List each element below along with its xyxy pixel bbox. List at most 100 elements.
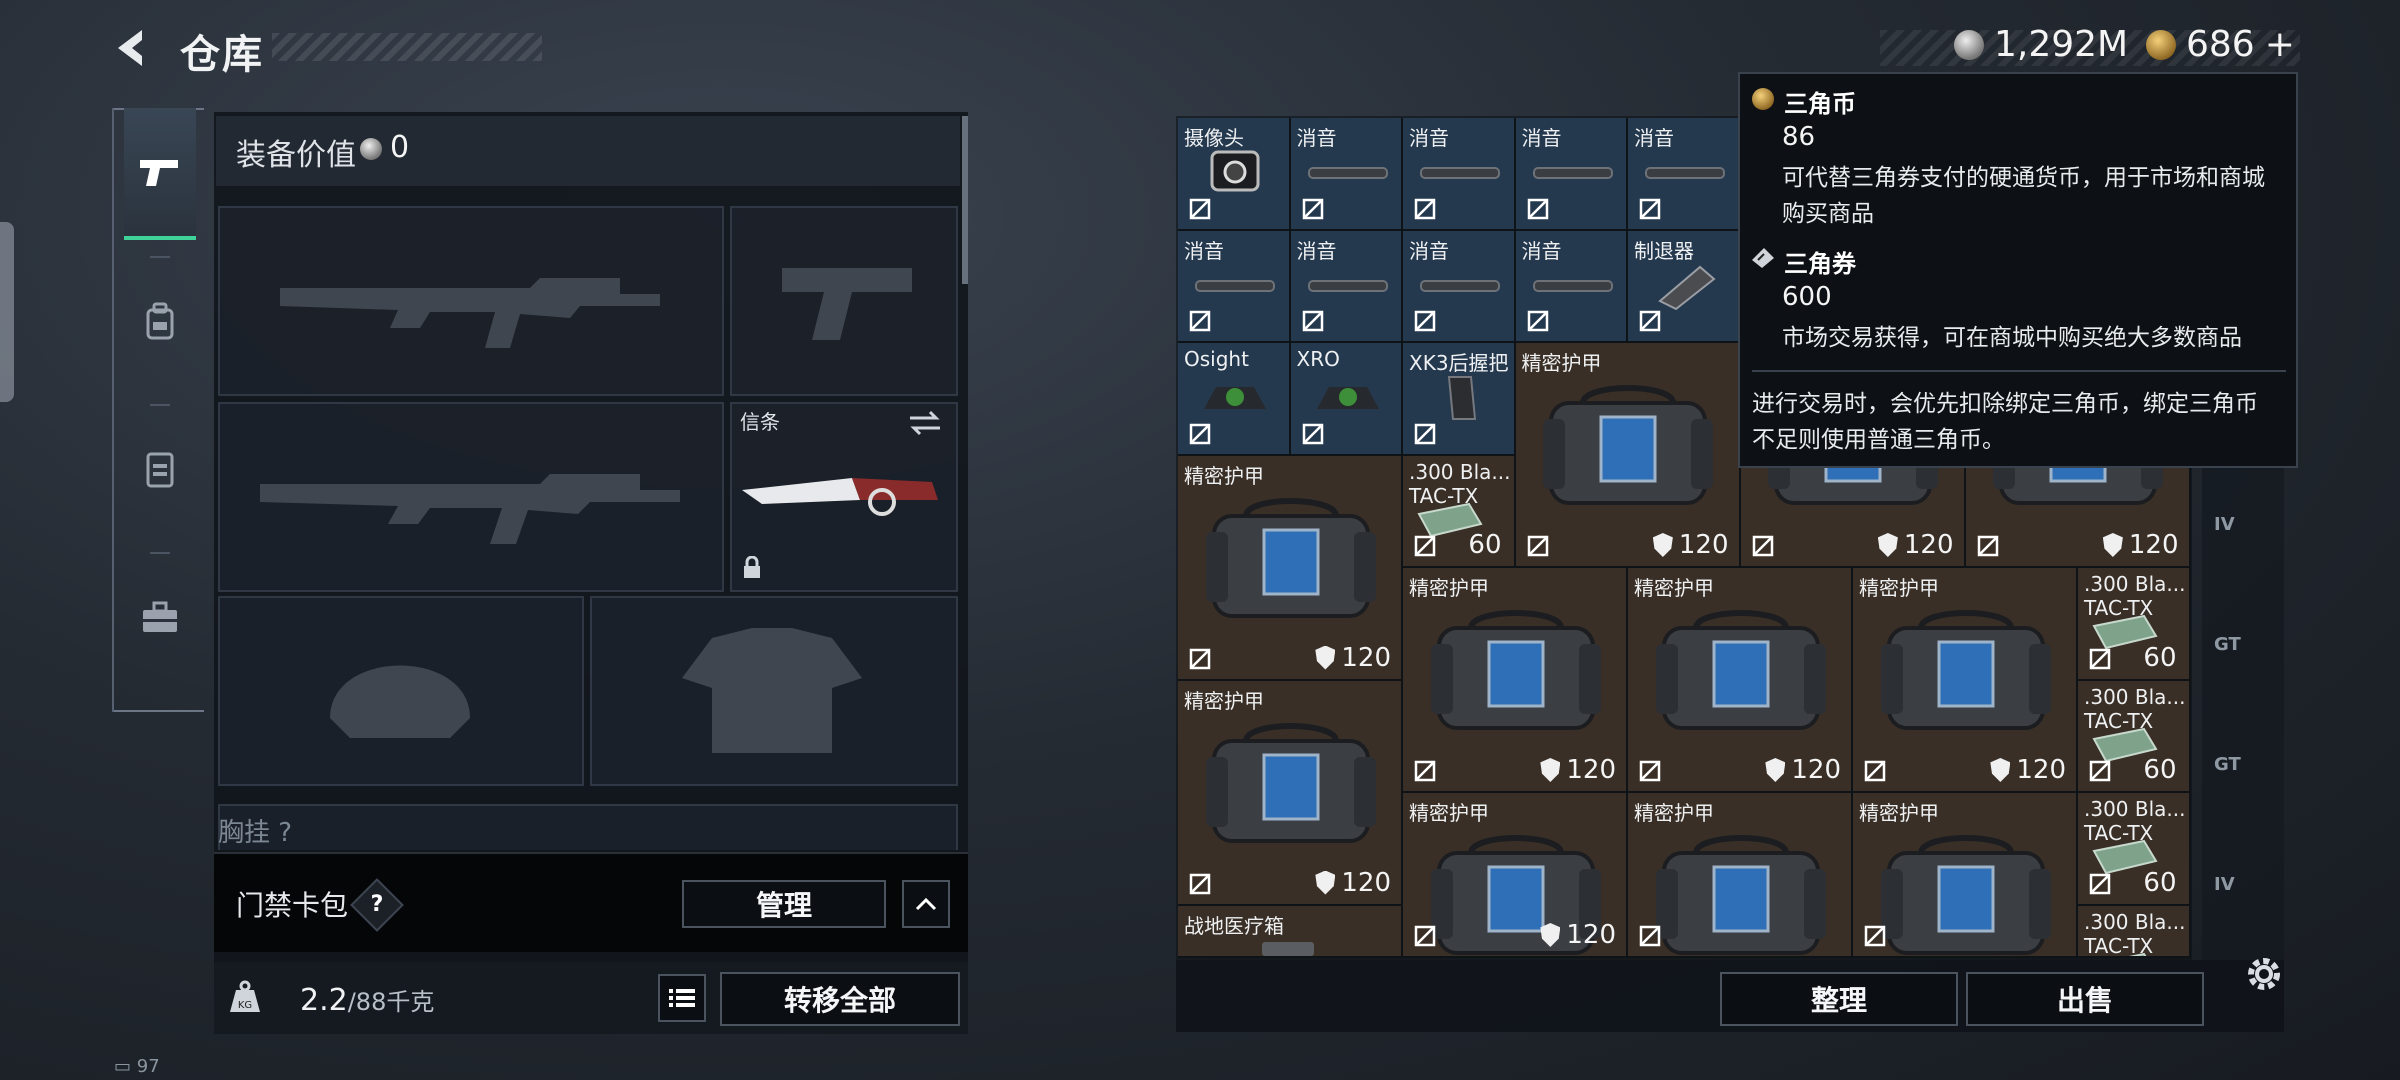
storage-item[interactable]: .300 Bla... TAC-TX [2078, 905, 2191, 958]
tab-vest[interactable] [124, 406, 196, 534]
durability-value: 120 [1566, 755, 1616, 785]
storage-item[interactable]: 精密护甲 [1628, 793, 1853, 958]
storage-item[interactable]: XRO [1290, 343, 1403, 456]
page-title: 仓库 [180, 32, 264, 78]
armor-silhouette-icon [682, 628, 862, 753]
melee-slot[interactable]: 信条 [730, 402, 958, 592]
primary-weapon-slot[interactable] [218, 206, 724, 396]
shield-icon [1315, 870, 1336, 895]
item-name: 精密护甲 [1634, 576, 1714, 600]
tab-backpack[interactable] [124, 258, 196, 386]
storage-item[interactable]: Osight [1178, 343, 1291, 456]
weight-current: 2.2 [300, 983, 348, 1018]
currency-secondary[interactable]: 686 + [2146, 24, 2295, 65]
item-name: .300 Bla... [2084, 797, 2186, 821]
item-name: 消音 [1184, 238, 1224, 263]
edge-handle[interactable] [0, 222, 14, 402]
title-decoration [272, 33, 542, 61]
no-insure-icon [2089, 760, 2111, 782]
collapse-button[interactable] [902, 880, 950, 928]
shield-icon [1765, 758, 1786, 782]
rail-category-item[interactable]: IV [2214, 514, 2235, 535]
gear-icon[interactable] [2242, 952, 2286, 996]
storage-item[interactable]: .300 Bla... TAC-TX 60 [2078, 793, 2191, 906]
item-durability: 120 [1315, 643, 1391, 673]
no-insure-icon [1414, 423, 1436, 444]
item-name: 摄像头 [1184, 126, 1244, 150]
storage-item[interactable]: 制退器 [1628, 230, 1741, 343]
storage-item[interactable]: 消音 [1178, 230, 1291, 343]
storage-item[interactable]: 消音 [1628, 118, 1741, 231]
item-name: 消音 [1409, 238, 1449, 263]
suppressor-icon [1420, 279, 1500, 292]
item-name: 消音 [1409, 126, 1449, 150]
helmet-slot[interactable] [218, 596, 584, 786]
armor-slot[interactable] [590, 596, 958, 786]
add-currency-button[interactable]: + [2265, 24, 2295, 65]
no-insure-icon [1977, 535, 1998, 557]
storage-item[interactable]: 消音 [1403, 118, 1516, 231]
secondary-weapon-slot[interactable] [218, 402, 724, 592]
equipment-value: 0 [390, 130, 410, 165]
storage-item[interactable]: .300 Bla... TAC-TX 60 [2078, 680, 2191, 793]
chest-rig-slot[interactable] [218, 804, 958, 850]
no-insure-icon [1639, 198, 1661, 219]
storage-item[interactable]: 消音 [1515, 230, 1628, 343]
sell-button[interactable]: 出售 [1966, 972, 2204, 1026]
organize-button[interactable]: 整理 [1720, 972, 1958, 1026]
list-view-button[interactable] [658, 974, 706, 1022]
storage-item[interactable]: .300 Bla... TAC-TX 60 [2078, 568, 2191, 681]
storage-item[interactable]: 精密护甲 [1853, 793, 2078, 958]
armor-case-icon [1880, 610, 2051, 730]
gold-coin-icon [2146, 29, 2176, 60]
storage-item[interactable]: 战地医疗箱 [1178, 905, 1403, 958]
suppressor-icon [1532, 167, 1613, 179]
armor-case-icon [1205, 722, 1376, 843]
storage-item[interactable]: .300 Bla... TAC-TX 60 [1403, 455, 1516, 568]
transfer-all-button[interactable]: 转移全部 [720, 972, 960, 1026]
item-name: 消音 [1634, 126, 1674, 150]
rail-category-item[interactable]: IV [2214, 874, 2235, 895]
item-count: 60 [2143, 642, 2177, 673]
currency-secondary-amount: 686 [2186, 24, 2255, 65]
armor-case-icon [1655, 610, 1826, 730]
item-name: 精密护甲 [1859, 801, 1939, 825]
tab-weapons[interactable] [124, 108, 196, 240]
storage-item[interactable]: 精密护甲 120 [1403, 568, 1628, 793]
storage-item[interactable]: 精密护甲 120 [1178, 680, 1403, 906]
access-card-label: 门禁卡包 [236, 889, 349, 922]
tooltip-note-line2: 不足则使用普通三角币。 [1752, 427, 2005, 453]
storage-item[interactable]: 消音 [1403, 230, 1516, 343]
storage-item[interactable]: 精密护甲 120 [1403, 793, 1628, 958]
swap-icon[interactable] [908, 410, 942, 436]
equipment-scrollbar[interactable] [962, 116, 968, 284]
storage-item[interactable]: 精密护甲 120 [1628, 568, 1853, 793]
tab-toolbox[interactable] [124, 554, 196, 682]
storage-item[interactable]: 消音 [1290, 230, 1403, 343]
item-name: Osight [1184, 347, 1249, 371]
storage-item[interactable]: XK3后握把 [1403, 343, 1516, 456]
durability-value: 120 [1566, 920, 1616, 950]
currency-primary[interactable]: 1,292M [1954, 24, 2128, 65]
durability-value: 120 [2128, 530, 2179, 560]
no-insure-icon [1189, 873, 1211, 894]
item-durability: 120 [1652, 530, 1729, 560]
storage-item[interactable]: 消音 [1515, 118, 1628, 231]
storage-item[interactable]: 精密护甲 120 [1853, 568, 2078, 793]
manage-button[interactable]: 管理 [682, 880, 886, 928]
rail-category-item[interactable]: GT [2214, 754, 2241, 775]
no-insure-icon [1189, 423, 1211, 444]
storage-item[interactable]: 精密护甲 120 [1178, 455, 1403, 681]
back-arrow-icon[interactable] [112, 26, 156, 70]
storage-item[interactable]: 精密护甲 120 [1515, 343, 1741, 568]
sidearm-slot[interactable] [730, 206, 958, 396]
sight-icon [1316, 387, 1379, 409]
suppressor-icon [1532, 279, 1613, 292]
coin-amount: 86 [1782, 122, 1816, 152]
lock-icon [744, 556, 760, 578]
suppressor-icon [1645, 167, 1725, 179]
storage-item[interactable]: 消音 [1290, 118, 1403, 231]
no-insure-icon [1527, 310, 1548, 332]
rail-category-item[interactable]: GT [2214, 634, 2241, 655]
storage-item[interactable]: 摄像头 [1178, 118, 1291, 231]
